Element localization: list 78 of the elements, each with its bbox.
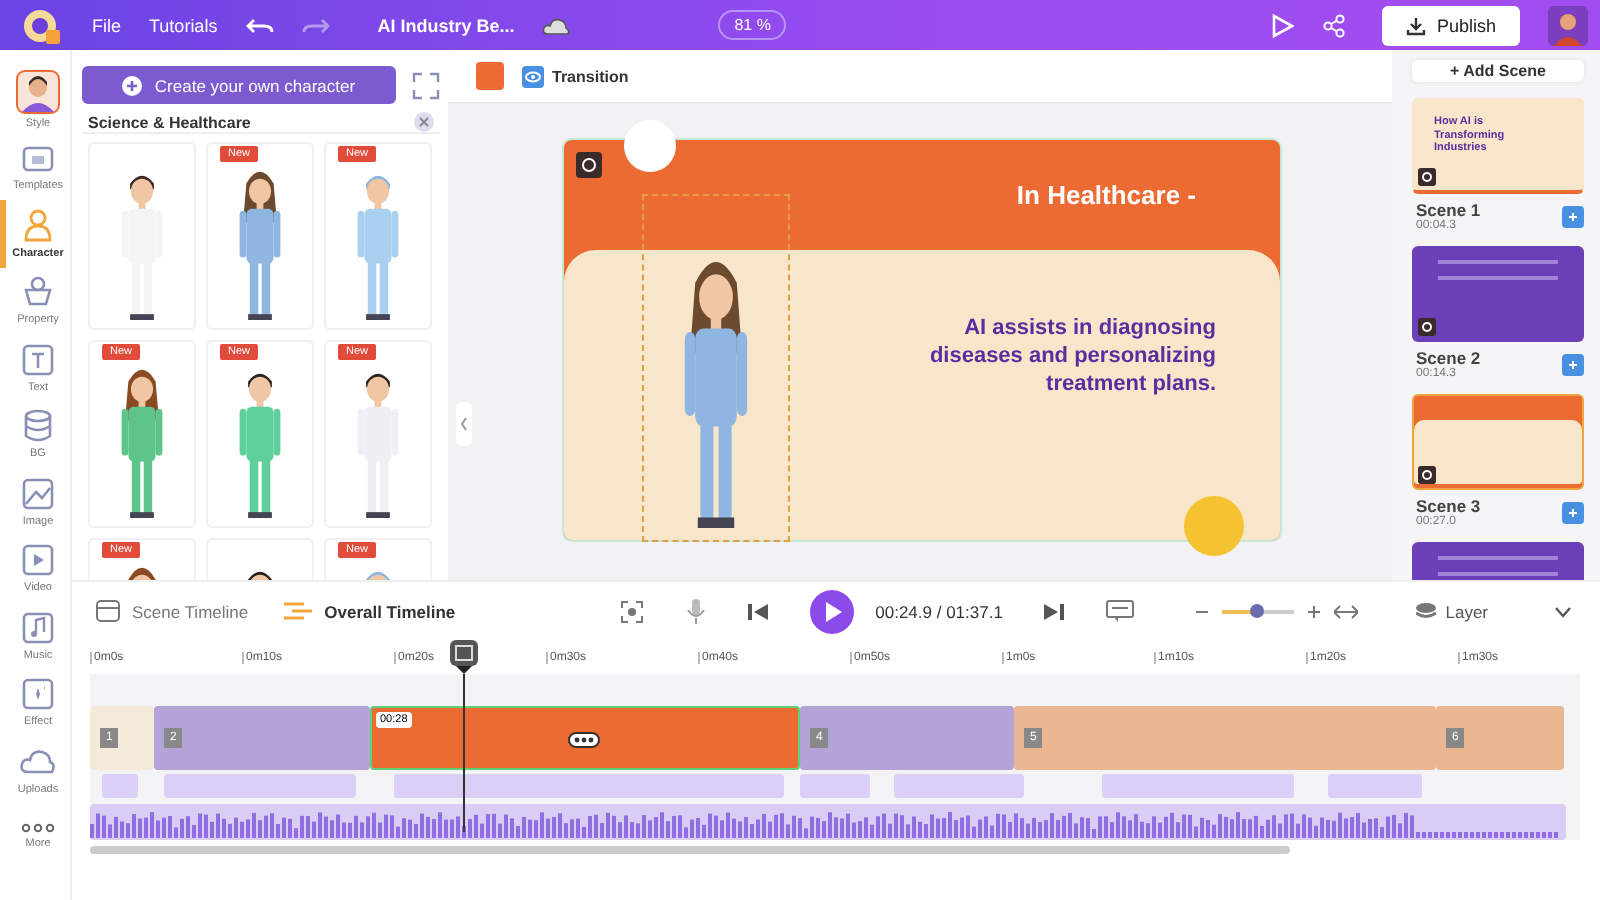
selection-box[interactable] [642,194,790,542]
drag-handle-icon[interactable] [568,732,600,748]
add-icon[interactable] [1562,501,1584,523]
close-icon[interactable] [414,112,434,132]
track-bar[interactable] [800,774,870,798]
scene-title: Scene 1 [1416,200,1481,220]
category-title: Science & Healthcare [88,113,251,131]
timeline-tab[interactable]: Scene Timeline [84,600,273,622]
eye-icon [522,65,544,87]
slider-handle[interactable] [1250,603,1265,617]
image-icon [20,475,56,512]
collapse-icon[interactable] [456,402,472,446]
zoom-out-icon[interactable] [1195,605,1208,617]
document-title[interactable]: AI Industry Be... [377,15,515,35]
avatar-icon[interactable] [1548,5,1588,45]
film-icon [96,600,120,622]
scene-thumbnail[interactable] [1412,394,1584,490]
video-icon [20,542,56,579]
timeline-tab[interactable]: Overall Timeline [272,600,480,622]
camera-icon [1418,318,1436,336]
skip-back-icon[interactable] [747,601,768,621]
cloud-icon [542,15,571,35]
effect-icon [20,676,56,713]
add-scene-button[interactable]: + Add Scene [1412,60,1584,82]
music-icon [20,609,56,646]
plus-icon [122,75,143,95]
track-bar[interactable] [394,774,784,798]
subtitle-icon[interactable] [1106,599,1135,623]
camera-icon [1418,168,1436,186]
track-bar[interactable] [164,774,356,798]
add-icon[interactable] [1562,353,1584,375]
slide-heading: In Healthcare - [1016,180,1196,210]
chevron-down-icon[interactable] [1554,605,1572,617]
bg-icon [20,408,56,445]
more-icon [20,822,56,835]
playhead-icon[interactable] [450,640,478,832]
scrollbar[interactable] [90,846,1290,854]
zoom-dropdown[interactable]: 81 % [718,10,787,40]
track-bar[interactable] [1328,774,1422,798]
scene-title: Scene 2 [1416,348,1481,368]
bars-icon [284,600,313,622]
zoom-in-icon[interactable] [1307,605,1320,617]
camera-icon [1418,466,1436,484]
playback-time: 00:24.9 / 01:37.1 [875,601,1003,621]
download-icon [1406,15,1427,35]
track-bar[interactable] [102,774,138,798]
circle-shape [624,120,676,172]
publish-button[interactable]: Publish [1382,5,1520,45]
layer-button[interactable]: Layer [1403,599,1500,623]
share-icon[interactable] [1322,13,1347,37]
microphone-icon[interactable] [685,597,706,625]
layers-icon [1415,601,1436,621]
circle-shape [1184,496,1244,556]
menu-item[interactable]: Tutorials [149,15,218,35]
skip-forward-icon[interactable] [1044,601,1065,621]
camera-icon[interactable] [576,152,602,178]
avatar-icon [16,69,60,114]
logo-icon[interactable] [20,5,64,45]
scene-title: Scene 3 [1416,496,1481,516]
transition-button[interactable]: Transition [522,65,629,87]
fit-icon[interactable] [1333,603,1358,619]
menu-item[interactable]: File [92,15,122,35]
undo-icon[interactable] [245,13,274,37]
property-icon [20,274,56,311]
color-swatch[interactable] [476,62,504,90]
create-character-button[interactable]: Create your own character [82,66,396,104]
slide-body-text: AI assists in diagnosing diseases and personalizing treatment plans. [927,316,1216,399]
play-icon[interactable] [1270,13,1295,37]
redo-icon[interactable] [301,13,330,37]
capture-icon[interactable] [619,599,644,623]
track-bar[interactable] [1102,774,1294,798]
track-bar[interactable] [894,774,1024,798]
character-icon [20,207,56,244]
expand-icon[interactable] [412,71,440,99]
play-icon[interactable] [809,589,854,633]
scene-thumbnail[interactable] [1412,246,1584,342]
add-icon[interactable] [1562,205,1584,227]
text-icon [20,341,56,378]
